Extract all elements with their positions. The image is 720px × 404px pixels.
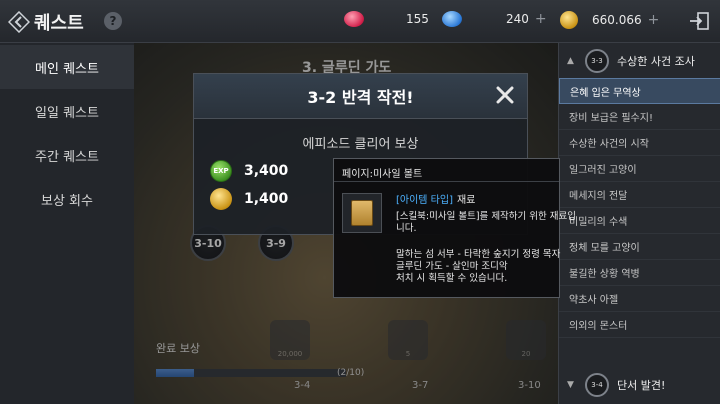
gold-counter: 660.066 + (560, 11, 659, 29)
tab-label: 주간 퀘스트 (35, 149, 99, 165)
expand-caret-icon: ▼ (567, 380, 574, 390)
chapter-section-title: 수상한 사건 조사 (617, 55, 695, 68)
exp-icon: EXP (210, 160, 232, 182)
quest-list-item[interactable]: 일그러진 고양이 (559, 156, 720, 182)
red-gem-value: 155 (406, 12, 429, 26)
blue-gem-icon (442, 11, 462, 27)
tab-label: 메인 퀘스트 (35, 61, 99, 77)
back-diamond-icon[interactable] (8, 11, 30, 33)
add-gold-button[interactable]: + (648, 12, 660, 28)
collapse-caret-icon: ▲ (567, 56, 574, 66)
exit-icon[interactable] (688, 11, 710, 31)
quest-list-item[interactable]: 메세지의 전달 (559, 182, 720, 208)
blue-gem-value: 240 (506, 12, 529, 26)
item-type-tag: [아이템 타입] (396, 195, 453, 206)
exp-value: 3,400 (244, 163, 289, 179)
add-blue-gem-button[interactable]: + (535, 11, 547, 27)
red-gem-icon (344, 11, 364, 27)
quest-list-item[interactable]: 수상한 사건의 시작 (559, 130, 720, 156)
quest-list-panel: ▲ 3-3 수상한 사건 조사 은혜 입은 무역상 장비 보급은 필수지! 수상한 … (558, 43, 720, 404)
quest-list-item[interactable]: 은혜 입은 무역상 (559, 78, 720, 104)
item-description: [스킬북:미사일 볼트]를 제작하기 위한 재료입 니다. (396, 211, 577, 234)
dialog-title: 3-2 반격 작전! (194, 74, 527, 119)
tab-reward-recovery[interactable]: 보상 회수 (0, 177, 134, 221)
chapter-badge: 3-3 (585, 49, 609, 73)
gold-coin-icon (560, 11, 578, 29)
item-slot (342, 193, 382, 233)
item-type-line: [아이템 타입] 재료 (396, 191, 475, 206)
chapter-section-title: 단서 발견! (617, 379, 666, 392)
top-bar: 퀘스트 ? 155 240 + 660.066 + (0, 0, 720, 43)
help-icon[interactable]: ? (104, 12, 122, 30)
red-gem-counter: 155 (344, 11, 429, 27)
quest-list-item[interactable]: 정체 모를 고양이 (559, 234, 720, 260)
tab-label: 보상 회수 (41, 193, 93, 209)
tooltip-divider (334, 181, 559, 182)
dialog-subtitle: 에피소드 클리어 보상 (302, 137, 419, 152)
skill-page-icon (351, 200, 373, 226)
gold-reward-row: 1,400 (210, 188, 288, 210)
chapter-section-header[interactable]: ▼ 3-4 단서 발견! (559, 369, 720, 401)
chapter-section-header[interactable]: ▲ 3-3 수상한 사건 조사 (559, 45, 720, 77)
tab-main-quest[interactable]: 메인 퀘스트 (0, 45, 134, 89)
blue-gem-counter: 240 + (442, 11, 547, 27)
quest-list-item[interactable]: 약초사 아젤 (559, 286, 720, 312)
gold-coin-icon (210, 188, 232, 210)
gold-reward-value: 1,400 (244, 191, 289, 207)
quest-list-item[interactable]: 의외의 몬스터 (559, 312, 720, 338)
exp-reward-row: EXP 3,400 (210, 160, 288, 182)
quest-list-item[interactable]: 불길한 상황 역병 (559, 260, 720, 286)
item-drop-info: 말하는 섬 서부 - 타락한 숲지기 정령 목자 글루딘 가도 - 살인마 조디… (396, 249, 561, 284)
tab-daily-quest[interactable]: 일일 퀘스트 (0, 89, 134, 133)
close-icon[interactable] (493, 83, 517, 107)
item-type-value: 재료 (456, 195, 476, 206)
tab-label: 일일 퀘스트 (35, 105, 99, 121)
page-title: 퀘스트 (34, 13, 84, 34)
gold-value: 660.066 (592, 13, 642, 27)
quest-list-item[interactable]: 장비 보급은 필수지! (559, 104, 720, 130)
chapter-badge: 3-4 (585, 373, 609, 397)
item-tooltip: 페이지:미사일 볼트 [아이템 타입] 재료 [스킬북:미사일 볼트]를 제작하기… (333, 158, 576, 298)
tooltip-title: 페이지:미사일 볼트 (342, 169, 423, 180)
quest-category-sidebar: 메인 퀘스트 일일 퀘스트 주간 퀘스트 보상 회수 (0, 43, 134, 404)
quest-list-item[interactable]: 비밀리의 수색 (559, 208, 720, 234)
tab-weekly-quest[interactable]: 주간 퀘스트 (0, 133, 134, 177)
